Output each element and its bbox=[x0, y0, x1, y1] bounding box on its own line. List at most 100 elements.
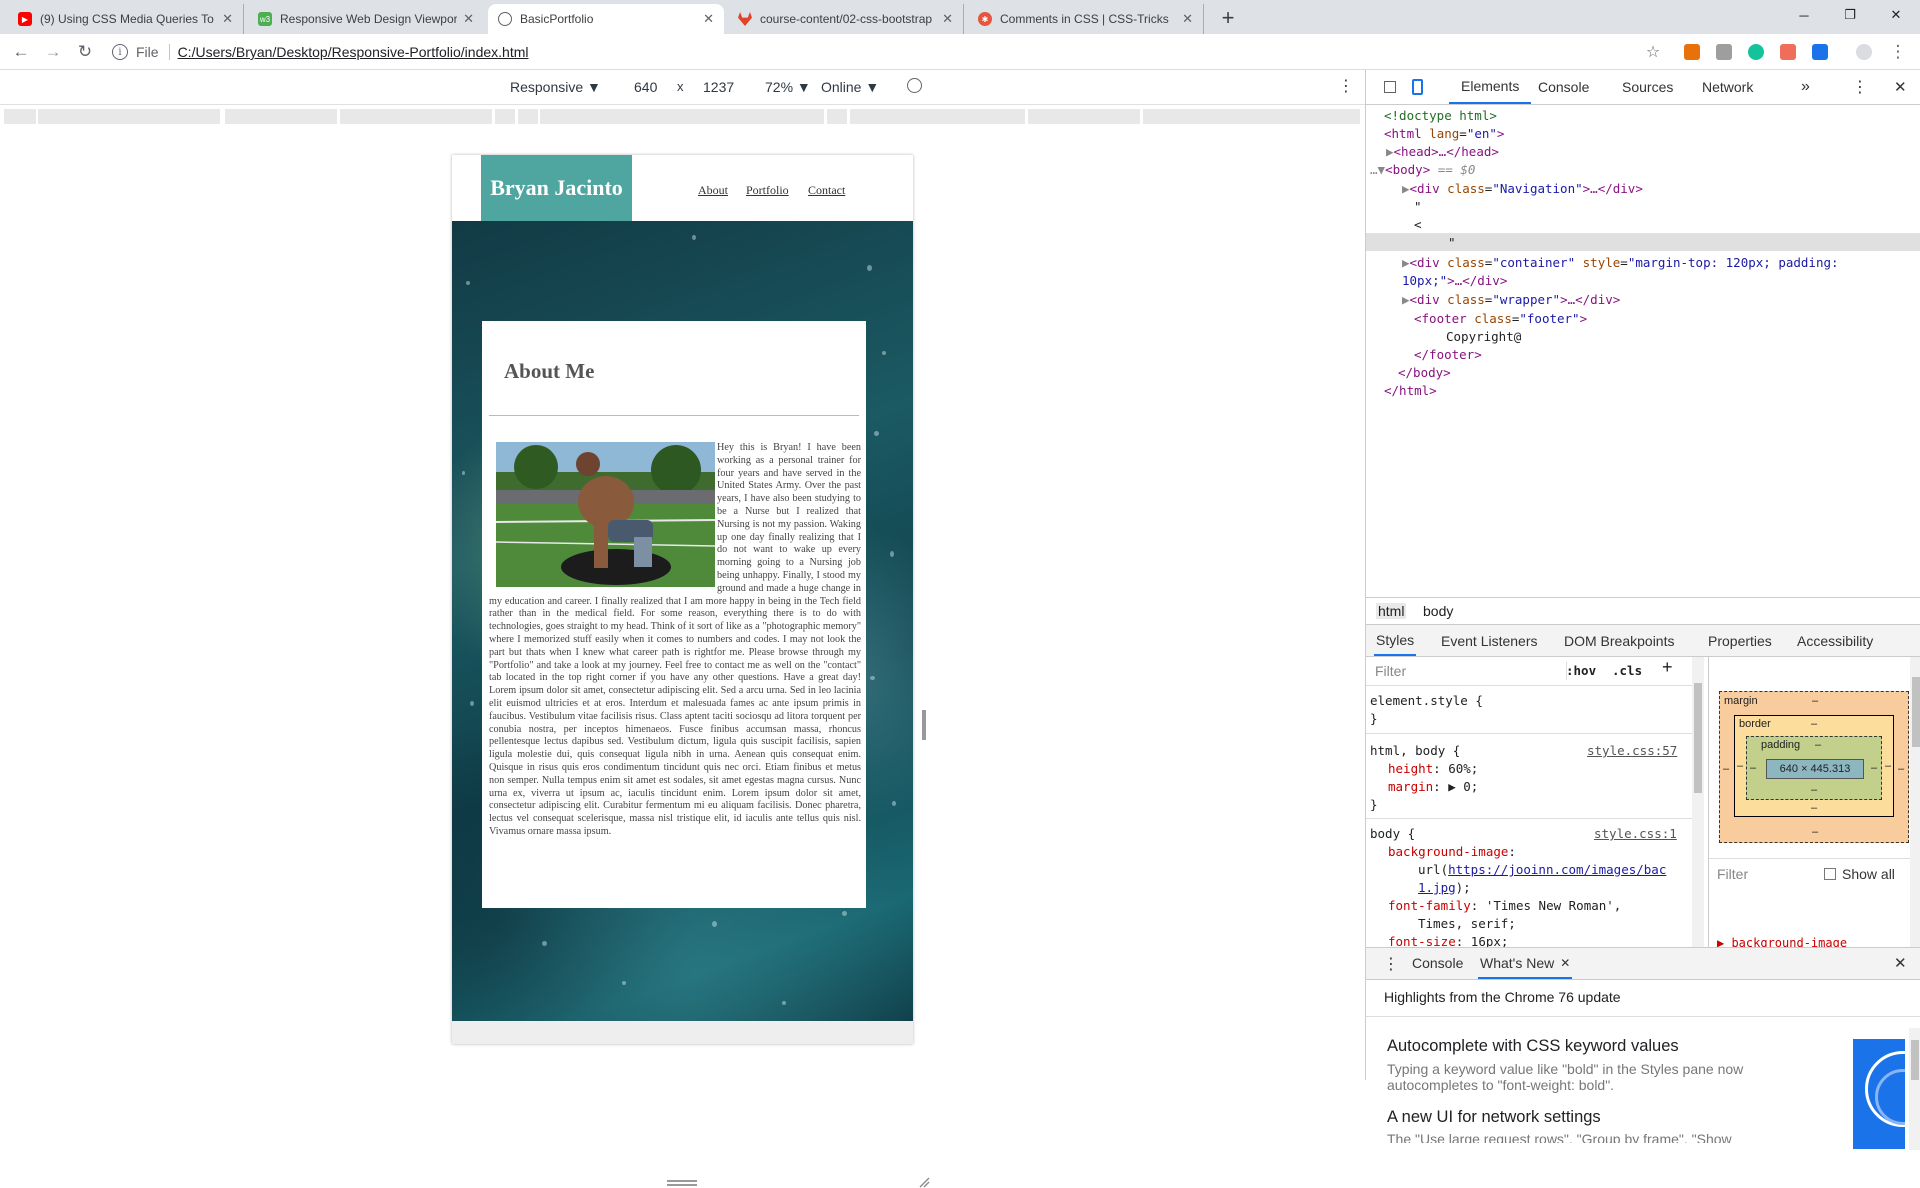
throttle-select[interactable]: Online ▼ bbox=[821, 79, 879, 95]
viewport-width-input[interactable]: 640 bbox=[634, 79, 657, 95]
tab-network[interactable]: Network bbox=[1702, 70, 1753, 104]
close-tab-icon[interactable]: ✕ bbox=[222, 11, 233, 27]
colorpick-extension-icon[interactable] bbox=[1812, 44, 1828, 60]
dom-footer-text[interactable]: Copyright@ bbox=[1446, 328, 1521, 347]
box-model-padding[interactable]: padding – – – – 640 × 445.313 bbox=[1746, 736, 1882, 800]
bookmark-star-icon[interactable]: ☆ bbox=[1641, 40, 1665, 64]
rule-body[interactable]: body { bbox=[1370, 825, 1415, 843]
rule-source-link[interactable]: style.css:1 bbox=[1594, 825, 1677, 843]
drawer-tab-console[interactable]: Console bbox=[1412, 955, 1463, 971]
decl-background-image[interactable]: background-image: bbox=[1388, 843, 1516, 861]
device-more-icon[interactable]: ⋮ bbox=[1338, 76, 1354, 96]
rule-html-body[interactable]: html, body { bbox=[1370, 742, 1460, 760]
dom-text-node[interactable]: " bbox=[1414, 198, 1422, 217]
pdf-extension-icon[interactable] bbox=[1716, 44, 1732, 60]
tab-styles[interactable]: Styles bbox=[1374, 625, 1417, 656]
browser-tab[interactable]: ▶ (9) Using CSS Media Queries To C ✕ bbox=[8, 4, 244, 34]
grammarly-extension-icon[interactable] bbox=[1748, 44, 1764, 60]
computed-filter-input[interactable]: Filter bbox=[1717, 866, 1748, 882]
breadcrumb-html[interactable]: html bbox=[1376, 603, 1407, 619]
decl-background-url[interactable]: url(https://jooinn.com/images/bac bbox=[1418, 861, 1666, 879]
decl-background-url-cont[interactable]: 1.jpg); bbox=[1418, 879, 1471, 897]
box-model-margin[interactable]: margin – – – – border – – – – padding – … bbox=[1719, 691, 1909, 843]
nav-link-portfolio[interactable]: Portfolio bbox=[746, 183, 789, 198]
dom-footer-close[interactable]: </footer> bbox=[1414, 346, 1482, 365]
hover-state-button[interactable]: :hov bbox=[1566, 662, 1596, 680]
close-tab-icon[interactable]: ✕ bbox=[942, 11, 953, 27]
profile-avatar-icon[interactable] bbox=[1856, 44, 1872, 60]
close-window-button[interactable]: ✕ bbox=[1873, 0, 1919, 30]
rule-source-link[interactable]: style.css:57 bbox=[1587, 742, 1677, 760]
browser-tab[interactable]: ✱ Comments in CSS | CSS-Tricks ✕ bbox=[968, 4, 1204, 34]
decl-height[interactable]: height: 60%; bbox=[1388, 760, 1478, 778]
office-extension-icon[interactable] bbox=[1684, 44, 1700, 60]
close-tab-icon[interactable]: ✕ bbox=[1182, 11, 1193, 27]
zoom-select[interactable]: 72% ▼ bbox=[765, 79, 811, 95]
close-drawer-icon[interactable]: ✕ bbox=[1894, 954, 1907, 972]
back-button[interactable]: ← bbox=[9, 40, 33, 64]
styles-filter-input[interactable]: Filter bbox=[1375, 662, 1406, 680]
close-devtools-icon[interactable]: ✕ bbox=[1894, 70, 1907, 104]
dom-html-node[interactable]: <html lang="en"> bbox=[1384, 125, 1504, 144]
box-model-content[interactable]: 640 × 445.313 bbox=[1766, 759, 1864, 779]
address-bar[interactable]: i File C:/Users/Bryan/Desktop/Responsive… bbox=[112, 39, 1642, 65]
dom-footer-node[interactable]: <footer class="footer"> bbox=[1414, 310, 1587, 329]
decl-font-family[interactable]: font-family: 'Times New Roman', bbox=[1388, 897, 1621, 915]
forward-button[interactable]: → bbox=[41, 40, 65, 64]
tab-properties[interactable]: Properties bbox=[1708, 625, 1772, 656]
breadcrumb-body[interactable]: body bbox=[1423, 603, 1453, 619]
class-toggle-button[interactable]: .cls bbox=[1612, 662, 1642, 680]
dom-doctype[interactable]: <!doctype html> bbox=[1384, 107, 1497, 126]
new-rule-button[interactable]: + bbox=[1662, 658, 1673, 676]
show-all-checkbox[interactable] bbox=[1824, 868, 1836, 880]
feature-title[interactable]: A new UI for network settings bbox=[1387, 1108, 1601, 1127]
tab-elements[interactable]: Elements bbox=[1449, 70, 1532, 104]
minimize-button[interactable]: ─ bbox=[1781, 0, 1827, 30]
tab-event-listeners[interactable]: Event Listeners bbox=[1441, 625, 1538, 656]
nav-link-about[interactable]: About bbox=[698, 183, 728, 198]
more-tabs-button[interactable]: » bbox=[1801, 70, 1810, 104]
nav-link-contact[interactable]: Contact bbox=[808, 183, 845, 198]
feature-title[interactable]: Autocomplete with CSS keyword values bbox=[1387, 1037, 1679, 1056]
dom-html-close[interactable]: </html> bbox=[1384, 382, 1437, 401]
drawer-tab-whats-new[interactable]: What's New ✕ bbox=[1478, 948, 1573, 979]
device-mode-select[interactable]: Responsive ▼ bbox=[510, 79, 601, 95]
rule-element-style[interactable]: element.style { bbox=[1370, 692, 1483, 710]
dom-body-close[interactable]: </body> bbox=[1398, 364, 1451, 383]
url-text[interactable]: C:/Users/Bryan/Desktop/Responsive-Portfo… bbox=[178, 44, 529, 60]
close-tab-icon[interactable]: ✕ bbox=[463, 11, 474, 27]
dom-wrapper-div[interactable]: ▶<div class="wrapper">…</div> bbox=[1402, 291, 1620, 310]
tab-console[interactable]: Console bbox=[1538, 70, 1589, 104]
device-toggle-icon[interactable] bbox=[1412, 70, 1426, 104]
computed-scrollbar[interactable] bbox=[1910, 657, 1920, 947]
dom-text-node[interactable]: " bbox=[1448, 234, 1456, 253]
right-resize-handle[interactable] bbox=[922, 710, 926, 740]
reload-button[interactable]: ↻ bbox=[73, 40, 97, 64]
browser-tab[interactable]: course-content/02-css-bootstrap ✕ bbox=[728, 4, 964, 34]
media-query-ruler[interactable] bbox=[0, 105, 1365, 127]
browser-tab-active[interactable]: BasicPortfolio ✕ bbox=[488, 4, 724, 34]
dom-container-div-cont[interactable]: 10px;">…</div> bbox=[1402, 272, 1507, 291]
site-brand[interactable]: Bryan Jacinto bbox=[481, 155, 632, 221]
more-menu-icon[interactable]: ⋮ bbox=[1886, 40, 1910, 64]
styles-scrollbar[interactable] bbox=[1692, 657, 1704, 947]
devtools-menu-icon[interactable]: ⋮ bbox=[1852, 70, 1868, 104]
box-model-border[interactable]: border – – – – padding – – – – 640 × 445… bbox=[1734, 715, 1894, 817]
dom-navigation-div[interactable]: ▶<div class="Navigation">…</div> bbox=[1402, 180, 1643, 199]
bottom-resize-handle[interactable] bbox=[667, 1180, 697, 1186]
new-tab-button[interactable]: + bbox=[1214, 4, 1242, 32]
dom-head-node[interactable]: ▶<head>…</head> bbox=[1386, 143, 1499, 162]
tab-dom-breakpoints[interactable]: DOM Breakpoints bbox=[1564, 625, 1674, 656]
decl-font-family-cont[interactable]: Times, serif; bbox=[1418, 915, 1516, 933]
info-icon[interactable]: i bbox=[112, 44, 128, 60]
decl-font-size[interactable]: font-size: 16px; bbox=[1388, 933, 1508, 947]
dom-text-node[interactable]: < bbox=[1414, 216, 1422, 235]
close-tab-icon[interactable]: ✕ bbox=[703, 11, 714, 27]
inspect-element-icon[interactable] bbox=[1384, 70, 1400, 104]
tab-sources[interactable]: Sources bbox=[1622, 70, 1673, 104]
close-tab-icon[interactable]: ✕ bbox=[1560, 956, 1570, 970]
drawer-menu-icon[interactable]: ⋮ bbox=[1383, 954, 1399, 974]
dom-body-node[interactable]: …▼<body> == $0 bbox=[1370, 161, 1475, 180]
browser-tab[interactable]: w3 Responsive Web Design Viewpor ✕ bbox=[248, 4, 484, 34]
decl-margin[interactable]: margin: ▶ 0; bbox=[1388, 778, 1478, 796]
